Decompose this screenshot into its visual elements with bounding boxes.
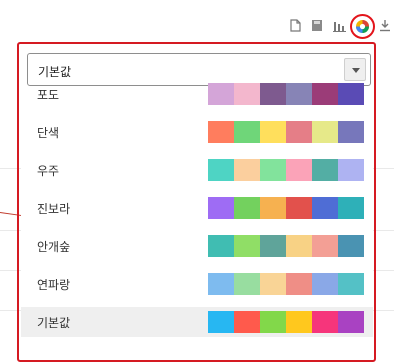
download-icon[interactable] bbox=[379, 19, 391, 32]
highlight-outline bbox=[17, 42, 376, 362]
save-icon[interactable] bbox=[311, 19, 323, 31]
palette-button[interactable] bbox=[350, 14, 375, 39]
palette-icon bbox=[355, 19, 370, 38]
chart-toolbar bbox=[283, 14, 394, 39]
chart-icon[interactable] bbox=[333, 19, 346, 32]
export-icon[interactable] bbox=[289, 19, 301, 32]
